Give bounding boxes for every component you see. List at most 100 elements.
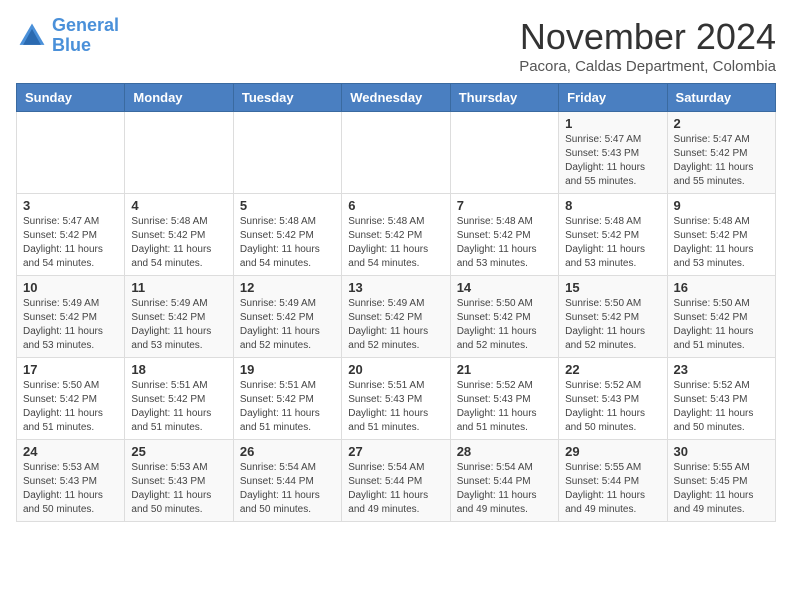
logo-line2: Blue — [52, 35, 91, 55]
day-info: Sunrise: 5:47 AM Sunset: 5:43 PM Dayligh… — [565, 133, 660, 189]
day-info: Sunrise: 5:49 AM Sunset: 5:42 PM Dayligh… — [348, 297, 443, 353]
day-info: Sunrise: 5:48 AM Sunset: 5:42 PM Dayligh… — [674, 215, 769, 271]
day-number: 24 — [23, 444, 118, 459]
calendar-cell: 15 Sunrise: 5:50 AM Sunset: 5:42 PM Dayli… — [559, 276, 667, 358]
day-number: 3 — [23, 198, 118, 213]
day-info: Sunrise: 5:50 AM Sunset: 5:42 PM Dayligh… — [674, 297, 769, 353]
calendar-cell: 25Sunrise: 5:53 AM Sunset: 5:43 PM Dayli… — [125, 440, 233, 522]
title-block: November 2024 Pacora, Caldas Department,… — [519, 16, 776, 75]
calendar-cell: 1 Sunrise: 5:47 AM Sunset: 5:43 PM Daylig… — [559, 112, 667, 194]
day-info: Sunrise: 5:50 AM Sunset: 5:42 PM Dayligh… — [565, 297, 660, 353]
calendar-week-row: 3 Sunrise: 5:47 AM Sunset: 5:42 PM Daylig… — [17, 194, 776, 276]
day-info: Sunrise: 5:47 AM Sunset: 5:42 PM Dayligh… — [674, 133, 769, 189]
day-info: Sunrise: 5:48 AM Sunset: 5:42 PM Dayligh… — [131, 215, 226, 271]
day-number: 11 — [131, 280, 226, 295]
calendar-cell: 23Sunrise: 5:52 AM Sunset: 5:43 PM Dayli… — [667, 358, 775, 440]
day-info: Sunrise: 5:51 AM Sunset: 5:43 PM Dayligh… — [348, 379, 443, 435]
calendar-week-row: 24 Sunrise: 5:53 AM Sunset: 5:43 PM Dayli… — [17, 440, 776, 522]
weekday-header: Wednesday — [342, 84, 450, 112]
day-number: 1 — [565, 116, 660, 131]
day-info: Sunrise: 5:49 AM Sunset: 5:42 PM Dayligh… — [240, 297, 335, 353]
day-number: 7 — [457, 198, 552, 213]
day-number: 26 — [240, 444, 335, 459]
calendar-cell: 2 Sunrise: 5:47 AM Sunset: 5:42 PM Daylig… — [667, 112, 775, 194]
day-info: Sunrise: 5:48 AM Sunset: 5:42 PM Dayligh… — [565, 215, 660, 271]
day-info: Sunrise: 5:53 AM Sunset: 5:43 PM Dayligh… — [23, 461, 118, 517]
day-info: Sunrise: 5:51 AM Sunset: 5:42 PM Dayligh… — [131, 379, 226, 435]
calendar-cell: 14 Sunrise: 5:50 AM Sunset: 5:42 PM Dayli… — [450, 276, 558, 358]
calendar-cell — [125, 112, 233, 194]
day-number: 13 — [348, 280, 443, 295]
calendar-cell: 9 Sunrise: 5:48 AM Sunset: 5:42 PM Daylig… — [667, 194, 775, 276]
day-info: Sunrise: 5:48 AM Sunset: 5:42 PM Dayligh… — [240, 215, 335, 271]
day-number: 8 — [565, 198, 660, 213]
day-number: 14 — [457, 280, 552, 295]
calendar-cell: 28 Sunrise: 5:54 AM Sunset: 5:44 PM Dayli… — [450, 440, 558, 522]
logo: General Blue — [16, 16, 119, 56]
calendar-cell: 5 Sunrise: 5:48 AM Sunset: 5:42 PM Daylig… — [233, 194, 341, 276]
day-info: Sunrise: 5:52 AM Sunset: 5:43 PM Dayligh… — [565, 379, 660, 435]
calendar-cell: 11 Sunrise: 5:49 AM Sunset: 5:42 PM Dayli… — [125, 276, 233, 358]
logo-line1: General — [52, 15, 119, 35]
calendar-cell: 4 Sunrise: 5:48 AM Sunset: 5:42 PM Daylig… — [125, 194, 233, 276]
day-number: 23 — [674, 362, 769, 377]
day-number: 9 — [674, 198, 769, 213]
day-info: Sunrise: 5:53 AM Sunset: 5:43 PM Dayligh… — [131, 461, 226, 517]
calendar-cell: 13 Sunrise: 5:49 AM Sunset: 5:42 PM Dayli… — [342, 276, 450, 358]
calendar-cell: 20Sunrise: 5:51 AM Sunset: 5:43 PM Dayli… — [342, 358, 450, 440]
day-info: Sunrise: 5:54 AM Sunset: 5:44 PM Dayligh… — [457, 461, 552, 517]
calendar-cell: 18 Sunrise: 5:51 AM Sunset: 5:42 PM Dayli… — [125, 358, 233, 440]
calendar-cell: 10Sunrise: 5:49 AM Sunset: 5:42 PM Dayli… — [17, 276, 125, 358]
day-number: 22 — [565, 362, 660, 377]
calendar-cell: 8 Sunrise: 5:48 AM Sunset: 5:42 PM Daylig… — [559, 194, 667, 276]
day-number: 18 — [131, 362, 226, 377]
month-title: November 2024 — [519, 16, 776, 58]
calendar-header-row: SundayMondayTuesdayWednesdayThursdayFrid… — [17, 84, 776, 112]
day-number: 5 — [240, 198, 335, 213]
day-info: Sunrise: 5:48 AM Sunset: 5:42 PM Dayligh… — [348, 215, 443, 271]
day-number: 28 — [457, 444, 552, 459]
day-info: Sunrise: 5:49 AM Sunset: 5:42 PM Dayligh… — [23, 297, 118, 353]
calendar-cell: 19 Sunrise: 5:51 AM Sunset: 5:42 PM Dayli… — [233, 358, 341, 440]
day-info: Sunrise: 5:50 AM Sunset: 5:42 PM Dayligh… — [23, 379, 118, 435]
day-number: 12 — [240, 280, 335, 295]
day-info: Sunrise: 5:49 AM Sunset: 5:42 PM Dayligh… — [131, 297, 226, 353]
calendar-cell: 3 Sunrise: 5:47 AM Sunset: 5:42 PM Daylig… — [17, 194, 125, 276]
weekday-header: Thursday — [450, 84, 558, 112]
day-info: Sunrise: 5:51 AM Sunset: 5:42 PM Dayligh… — [240, 379, 335, 435]
logo-icon — [16, 20, 48, 52]
day-number: 30 — [674, 444, 769, 459]
calendar-cell: 27 Sunrise: 5:54 AM Sunset: 5:44 PM Dayli… — [342, 440, 450, 522]
day-info: Sunrise: 5:54 AM Sunset: 5:44 PM Dayligh… — [240, 461, 335, 517]
weekday-header: Sunday — [17, 84, 125, 112]
page-header: General Blue November 2024 Pacora, Calda… — [16, 16, 776, 75]
day-number: 19 — [240, 362, 335, 377]
day-info: Sunrise: 5:54 AM Sunset: 5:44 PM Dayligh… — [348, 461, 443, 517]
logo-text: General Blue — [52, 16, 119, 56]
calendar-week-row: 17Sunrise: 5:50 AM Sunset: 5:42 PM Dayli… — [17, 358, 776, 440]
calendar-cell: 7Sunrise: 5:48 AM Sunset: 5:42 PM Daylig… — [450, 194, 558, 276]
day-info: Sunrise: 5:50 AM Sunset: 5:42 PM Dayligh… — [457, 297, 552, 353]
location-subtitle: Pacora, Caldas Department, Colombia — [519, 58, 776, 75]
day-number: 29 — [565, 444, 660, 459]
day-number: 2 — [674, 116, 769, 131]
day-info: Sunrise: 5:55 AM Sunset: 5:45 PM Dayligh… — [674, 461, 769, 517]
calendar-cell: 6Sunrise: 5:48 AM Sunset: 5:42 PM Daylig… — [342, 194, 450, 276]
day-number: 4 — [131, 198, 226, 213]
calendar-cell — [17, 112, 125, 194]
calendar-week-row: 1 Sunrise: 5:47 AM Sunset: 5:43 PM Daylig… — [17, 112, 776, 194]
calendar-table: SundayMondayTuesdayWednesdayThursdayFrid… — [16, 83, 776, 522]
calendar-cell: 29Sunrise: 5:55 AM Sunset: 5:44 PM Dayli… — [559, 440, 667, 522]
weekday-header: Saturday — [667, 84, 775, 112]
day-info: Sunrise: 5:52 AM Sunset: 5:43 PM Dayligh… — [457, 379, 552, 435]
day-info: Sunrise: 5:47 AM Sunset: 5:42 PM Dayligh… — [23, 215, 118, 271]
calendar-cell: 22 Sunrise: 5:52 AM Sunset: 5:43 PM Dayli… — [559, 358, 667, 440]
day-number: 21 — [457, 362, 552, 377]
day-number: 27 — [348, 444, 443, 459]
weekday-header: Tuesday — [233, 84, 341, 112]
calendar-cell — [342, 112, 450, 194]
calendar-cell: 21 Sunrise: 5:52 AM Sunset: 5:43 PM Dayli… — [450, 358, 558, 440]
day-number: 15 — [565, 280, 660, 295]
calendar-cell — [450, 112, 558, 194]
calendar-cell: 16Sunrise: 5:50 AM Sunset: 5:42 PM Dayli… — [667, 276, 775, 358]
